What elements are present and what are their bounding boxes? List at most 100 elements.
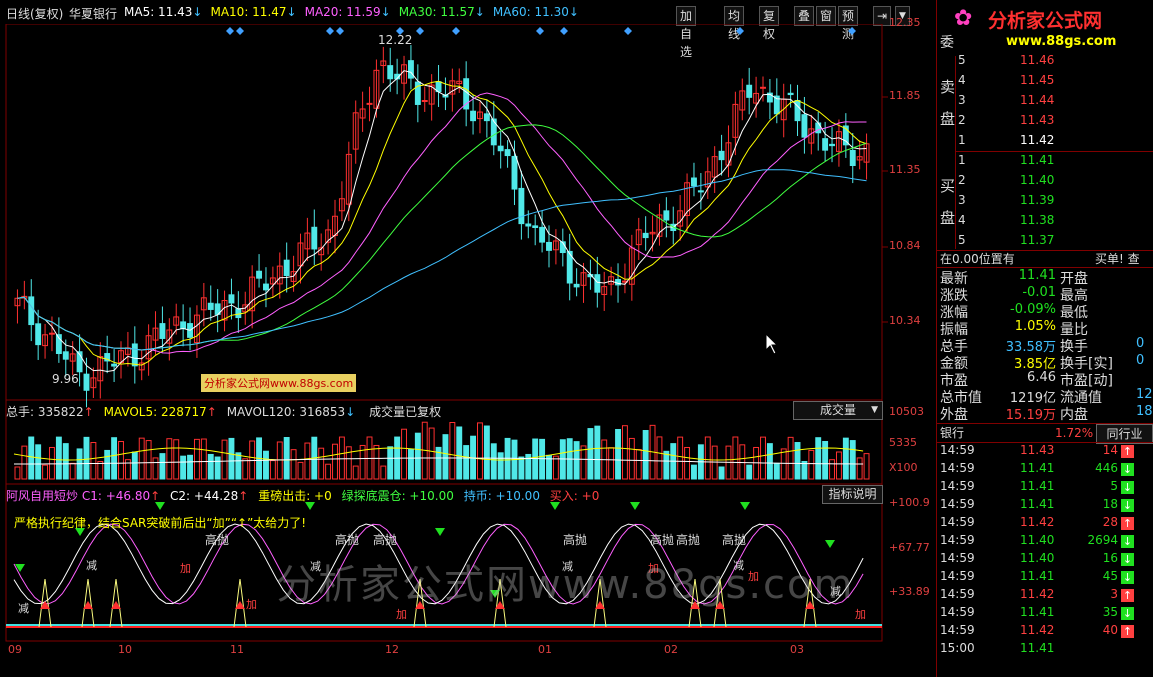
price-high-label: 12.22 bbox=[378, 33, 413, 47]
volume-bar bbox=[849, 440, 856, 480]
down-arrow-icon bbox=[435, 528, 445, 536]
reduce-signal-label: 减 bbox=[86, 559, 97, 572]
buy-level: 2 bbox=[958, 173, 966, 187]
position-text: 在0.00位置有 bbox=[940, 252, 1015, 266]
volume-bar bbox=[594, 425, 601, 480]
diamond-icon bbox=[452, 27, 460, 35]
buy-level: 3 bbox=[958, 193, 966, 207]
volume-bar bbox=[483, 425, 490, 480]
indicator-help-button[interactable]: 指标说明 bbox=[822, 485, 883, 504]
volume-bar bbox=[704, 436, 711, 480]
arrow-down-icon: ↓ bbox=[1121, 463, 1134, 476]
quote-key-2: 内盘 bbox=[1060, 407, 1088, 423]
buy-price: 11.38 bbox=[1020, 213, 1055, 227]
sector-name[interactable]: 银行 bbox=[940, 424, 964, 442]
candle-body bbox=[691, 177, 697, 187]
volume-axis-label: 5335 bbox=[889, 436, 917, 449]
volume-bar bbox=[621, 425, 628, 480]
tick-volume: 28 bbox=[1102, 515, 1118, 529]
tick-volume: 446 bbox=[1095, 461, 1118, 475]
toolbar-button[interactable]: 复权 bbox=[759, 6, 780, 41]
candle-body bbox=[180, 321, 187, 330]
tick-price: 11.42 bbox=[1020, 587, 1055, 601]
volume-bar bbox=[642, 430, 649, 480]
toolbar-button[interactable]: 预测 bbox=[838, 6, 859, 41]
arrow-down-icon: ↓ bbox=[1121, 553, 1134, 566]
event-markers bbox=[226, 27, 856, 35]
sell-signal-label: 高抛 bbox=[373, 532, 397, 547]
toolbar-button[interactable]: 均线 bbox=[724, 6, 745, 41]
toolbar-button[interactable]: 窗 bbox=[816, 6, 837, 26]
volume-bar bbox=[187, 454, 193, 480]
toolbar-button[interactable]: 加自选 bbox=[676, 6, 697, 59]
chibi-value: 持币: +10.00 bbox=[463, 489, 540, 503]
volume-bar bbox=[180, 455, 187, 480]
diamond-icon bbox=[236, 27, 244, 35]
sell-side-2: 盘 bbox=[940, 110, 956, 128]
arrow-down-icon: ↓ bbox=[1121, 607, 1134, 620]
tick-price: 11.41 bbox=[1020, 497, 1055, 511]
volume-bar bbox=[104, 449, 111, 480]
indicator-header: 阿风自用短炒 C1: +46.80↑ C2: +44.28↑ 重磅出击: +0 … bbox=[6, 487, 599, 504]
add-signal-label: 加 bbox=[246, 598, 257, 611]
candle-body bbox=[801, 114, 808, 138]
volume-bar bbox=[414, 432, 421, 480]
candle-body bbox=[366, 102, 373, 105]
sell-level: 5 bbox=[958, 53, 966, 67]
volume-total: 总手: 335822 bbox=[6, 405, 84, 419]
position-link[interactable]: 买单! 查 bbox=[1095, 250, 1140, 268]
candle-body bbox=[849, 149, 856, 166]
flower-icon: ✿ bbox=[954, 6, 973, 31]
quote-value-2: 0 bbox=[1136, 336, 1145, 351]
candle-body bbox=[256, 270, 263, 279]
volume-bar bbox=[276, 441, 283, 480]
volume-bar bbox=[207, 453, 214, 480]
candle-body bbox=[207, 302, 214, 310]
sector-change: 1.72% bbox=[1055, 426, 1094, 440]
diamond-icon bbox=[560, 27, 568, 35]
indicator-name[interactable]: 阿风自用短炒 bbox=[6, 489, 78, 503]
volume-bar bbox=[69, 462, 76, 480]
tick-time: 14:59 bbox=[940, 569, 975, 583]
tab-same-industry[interactable]: 同行业 bbox=[1096, 424, 1153, 444]
volume-bar bbox=[97, 460, 104, 480]
volume-bar bbox=[387, 446, 394, 480]
volume-bar bbox=[352, 465, 359, 480]
sell-signal-label: 高抛 bbox=[676, 532, 700, 547]
volume-bar bbox=[83, 436, 90, 480]
volume-bar bbox=[746, 464, 753, 480]
up-arrow-icon: ↑ bbox=[238, 489, 249, 503]
ma-line bbox=[17, 80, 867, 366]
tick-time: 14:59 bbox=[940, 479, 975, 493]
buy-price: 11.37 bbox=[1020, 233, 1055, 247]
volume-bar bbox=[159, 453, 166, 480]
tick-time: 14:59 bbox=[940, 551, 975, 565]
volume-bar bbox=[677, 436, 684, 480]
volume-bar bbox=[815, 437, 822, 480]
period-label[interactable]: 日线(复权) bbox=[6, 5, 63, 22]
tick-volume: 40 bbox=[1102, 623, 1118, 637]
indicator-axis-label: +33.89 bbox=[889, 585, 930, 598]
arrow-down-icon: ↓ bbox=[1121, 571, 1134, 584]
brand-logo: ✿ 分析家公式网 www.88gs.com bbox=[948, 2, 1148, 54]
volume-bar bbox=[449, 422, 456, 480]
quote-value: 1.05% bbox=[1014, 319, 1056, 334]
volume-bar bbox=[856, 457, 863, 480]
volume-selector[interactable]: 成交量 ▼ bbox=[793, 401, 883, 420]
chart-header: 日线(复权) 华夏银行 MA5: 11.43↓ MA10: 11.47↓ MA20:… bbox=[0, 0, 885, 24]
candle-body bbox=[49, 332, 55, 335]
sell-side-1: 卖 bbox=[940, 78, 956, 96]
tick-volume: 18 bbox=[1102, 497, 1118, 511]
toolbar-button[interactable]: 叠 bbox=[794, 6, 815, 26]
tick-volume: 3 bbox=[1110, 587, 1118, 601]
up-arrow-icon: ↑ bbox=[206, 405, 217, 419]
volume-bar bbox=[332, 443, 338, 480]
sell-price: 11.42 bbox=[1020, 133, 1055, 147]
volume-bar bbox=[635, 448, 642, 480]
arrow-up-icon: ↑ bbox=[1121, 589, 1134, 602]
time-axis-label: 03 bbox=[790, 643, 804, 656]
candle-body bbox=[573, 283, 580, 288]
price-axis-label: 11.85 bbox=[889, 89, 921, 102]
candle-body bbox=[228, 294, 235, 304]
volume-bar bbox=[131, 451, 138, 480]
